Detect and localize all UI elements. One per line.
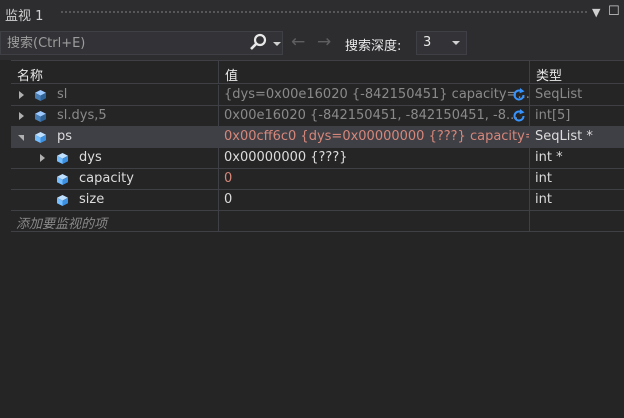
value-cell[interactable]: 0x00cff6c0 {dys=0x00000000 {???} capacit… (219, 127, 530, 148)
table-row[interactable]: dys 0x00000000 {???} int * (0, 148, 624, 169)
search-next-icon[interactable]: → (317, 32, 331, 52)
window-menu-icon[interactable]: ▼ (592, 6, 600, 19)
title-grip[interactable] (60, 10, 588, 15)
add-watch-row[interactable]: 添加要监视的项 (0, 211, 624, 232)
table-row[interactable]: sl.dys,5 0x00e16020 {-842150451, -842150… (0, 106, 624, 127)
object-icon (35, 132, 46, 143)
search-depth-select[interactable]: 3 (416, 31, 467, 55)
object-icon (35, 111, 46, 122)
name-cell: size (11, 190, 219, 211)
column-header-type-label: 类型 (536, 69, 563, 84)
column-header-name-label: 名称 (17, 69, 44, 84)
variable-type: SeqList (535, 87, 583, 102)
chevron-down-icon (452, 41, 460, 45)
search-depth-label: 搜索深度: (345, 39, 402, 54)
name-cell: sl (11, 85, 219, 106)
variable-value: 0x00cff6c0 {dys=0x00000000 {???} capacit… (224, 129, 530, 144)
add-watch-placeholder: 添加要监视的项 (16, 217, 108, 232)
variable-name: sl (57, 87, 68, 102)
search-depth-value: 3 (423, 35, 432, 50)
variable-name: capacity (79, 171, 134, 186)
variable-type: int (535, 171, 552, 186)
value-cell[interactable]: {dys=0x00e16020 {-842150451} capacity=..… (219, 85, 530, 106)
type-cell (530, 211, 624, 232)
variable-value: 0 (224, 171, 233, 186)
variable-value: {dys=0x00e16020 {-842150451} capacity=..… (224, 87, 530, 102)
column-header-type[interactable]: 类型 (530, 60, 624, 84)
variable-type: int * (535, 150, 563, 165)
window-title: 监视 1 (5, 9, 44, 24)
window-titlebar: 监视 1 ▼ ☐ (0, 0, 624, 26)
expand-icon[interactable] (19, 112, 24, 120)
type-cell: SeqList (530, 85, 624, 106)
field-icon (57, 174, 68, 185)
refresh-icon[interactable] (512, 88, 526, 102)
value-cell[interactable]: 0 (219, 169, 530, 190)
variable-type: SeqList * (535, 129, 593, 144)
variable-value: 0 (224, 192, 233, 207)
field-icon (57, 195, 68, 206)
table-row-selected[interactable]: ps 0x00cff6c0 {dys=0x00000000 {???} capa… (0, 127, 624, 148)
watch-toolbar: ← → 搜索深度: 3 (0, 26, 624, 60)
value-cell[interactable]: 0x00e16020 {-842150451, -842150451, -8..… (219, 106, 530, 127)
name-cell: ps (11, 127, 219, 148)
expand-icon[interactable] (40, 154, 45, 162)
refresh-icon[interactable] (512, 109, 526, 123)
name-cell: sl.dys,5 (11, 106, 219, 127)
column-header-value[interactable]: 值 (219, 60, 530, 84)
value-cell[interactable]: 0 (219, 190, 530, 211)
type-cell: SeqList * (530, 127, 624, 148)
variable-name: ps (57, 129, 73, 144)
type-cell: int[5] (530, 106, 624, 127)
type-cell: int * (530, 148, 624, 169)
column-header-value-label: 值 (225, 69, 239, 84)
search-previous-icon[interactable]: ← (291, 32, 305, 52)
variable-name: sl.dys,5 (57, 108, 107, 123)
value-cell (219, 211, 530, 232)
search-input[interactable] (7, 32, 237, 54)
variable-value: 0x00000000 {???} (224, 150, 348, 165)
name-cell: capacity (11, 169, 219, 190)
table-row[interactable]: sl {dys=0x00e16020 {-842150451} capacity… (0, 85, 624, 106)
name-cell: dys (11, 148, 219, 169)
expand-icon[interactable] (19, 91, 24, 99)
search-options-dropdown-icon[interactable] (273, 42, 281, 46)
variable-type: int (535, 192, 552, 207)
collapse-icon[interactable] (18, 135, 24, 141)
table-row[interactable]: size 0 int (0, 190, 624, 211)
variable-name: size (79, 192, 105, 207)
field-icon (57, 153, 68, 164)
type-cell: int (530, 190, 624, 211)
add-watch-input[interactable]: 添加要监视的项 (11, 211, 219, 232)
search-box (0, 31, 283, 55)
variable-type: int[5] (535, 108, 571, 123)
table-row[interactable]: capacity 0 int (0, 169, 624, 190)
type-cell: int (530, 169, 624, 190)
variable-name: dys (79, 150, 102, 165)
variable-value: 0x00e16020 {-842150451, -842150451, -8..… (224, 108, 519, 123)
maximize-icon[interactable]: ☐ (608, 4, 620, 19)
column-header-name[interactable]: 名称 (11, 60, 219, 84)
value-cell[interactable]: 0x00000000 {???} (219, 148, 530, 169)
search-icon[interactable] (248, 33, 268, 53)
object-icon (35, 90, 46, 101)
